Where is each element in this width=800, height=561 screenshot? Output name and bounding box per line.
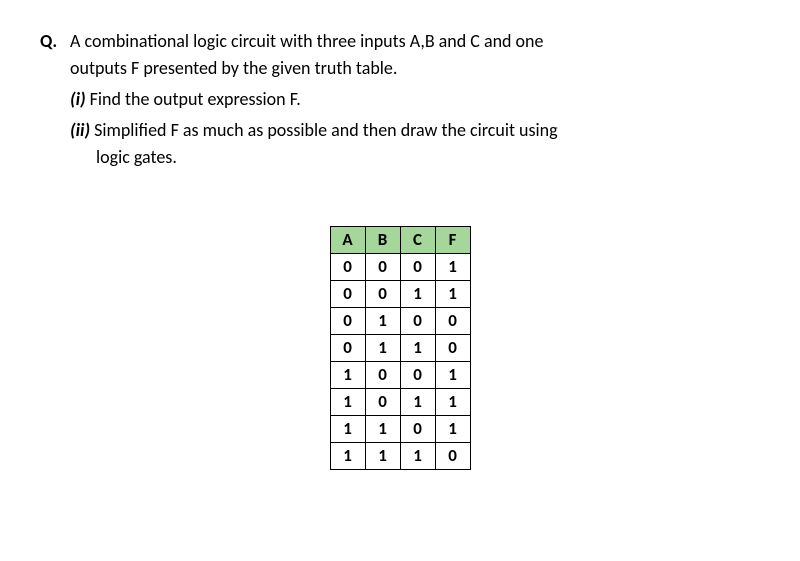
cell: 1 [330, 362, 365, 389]
part-ii-text-line1: Simplified F as much as possible and the… [94, 119, 558, 141]
cell: 1 [330, 416, 365, 443]
part-ii-text-line2: logic gates. [70, 146, 177, 168]
table-row: 1 1 1 0 [330, 443, 470, 470]
cell: 1 [400, 443, 435, 470]
col-c: C [400, 227, 435, 254]
question-body: A combinational logic circuit with three… [70, 28, 760, 171]
cell: 0 [330, 254, 365, 281]
cell: 1 [400, 281, 435, 308]
truth-table-container: A B C F 0 0 0 1 0 0 1 1 0 1 0 [40, 226, 760, 470]
cell: 0 [365, 389, 400, 416]
cell: 1 [435, 362, 470, 389]
cell: 0 [365, 254, 400, 281]
cell: 0 [365, 281, 400, 308]
cell: 1 [435, 254, 470, 281]
cell: 0 [365, 362, 400, 389]
table-row: 0 0 0 1 [330, 254, 470, 281]
cell: 1 [365, 443, 400, 470]
part-i-marker: (i) [70, 88, 86, 110]
table-header-row: A B C F [330, 227, 470, 254]
cell: 1 [435, 416, 470, 443]
cell: 1 [400, 335, 435, 362]
table-row: 1 1 0 1 [330, 416, 470, 443]
table-row: 0 1 0 0 [330, 308, 470, 335]
col-b: B [365, 227, 400, 254]
table-header: A B C F [330, 227, 470, 254]
cell: 0 [435, 308, 470, 335]
cell: 0 [400, 254, 435, 281]
truth-table: A B C F 0 0 0 1 0 0 1 1 0 1 0 [330, 226, 471, 470]
question-marker: Q. [40, 28, 57, 55]
table-row: 0 0 1 1 [330, 281, 470, 308]
part-ii: (ii)Simplified F as much as possible and… [70, 117, 760, 171]
cell: 0 [435, 443, 470, 470]
part-i-text: Find the output expression F. [90, 88, 301, 110]
cell: 1 [435, 281, 470, 308]
part-i: (i)Find the output expression F. [70, 86, 760, 113]
cell: 1 [365, 416, 400, 443]
cell: 1 [365, 335, 400, 362]
cell: 0 [400, 308, 435, 335]
cell: 1 [330, 443, 365, 470]
cell: 0 [400, 416, 435, 443]
table-body: 0 0 0 1 0 0 1 1 0 1 0 0 0 1 1 0 [330, 254, 470, 470]
cell: 0 [400, 362, 435, 389]
table-row: 1 0 1 1 [330, 389, 470, 416]
part-ii-marker: (ii) [70, 119, 90, 141]
col-f: F [435, 227, 470, 254]
cell: 1 [435, 389, 470, 416]
table-row: 0 1 1 0 [330, 335, 470, 362]
cell: 0 [435, 335, 470, 362]
cell: 1 [400, 389, 435, 416]
table-row: 1 0 0 1 [330, 362, 470, 389]
question-intro: A combinational logic circuit with three… [70, 28, 760, 82]
intro-text-line1: A combinational logic circuit with three… [70, 30, 543, 52]
cell: 0 [330, 281, 365, 308]
cell: 0 [330, 335, 365, 362]
intro-text-line2: outputs F presented by the given truth t… [70, 57, 397, 79]
cell: 1 [365, 308, 400, 335]
cell: 0 [330, 308, 365, 335]
question-block: Q. A combinational logic circuit with th… [40, 28, 760, 171]
cell: 1 [330, 389, 365, 416]
col-a: A [330, 227, 365, 254]
